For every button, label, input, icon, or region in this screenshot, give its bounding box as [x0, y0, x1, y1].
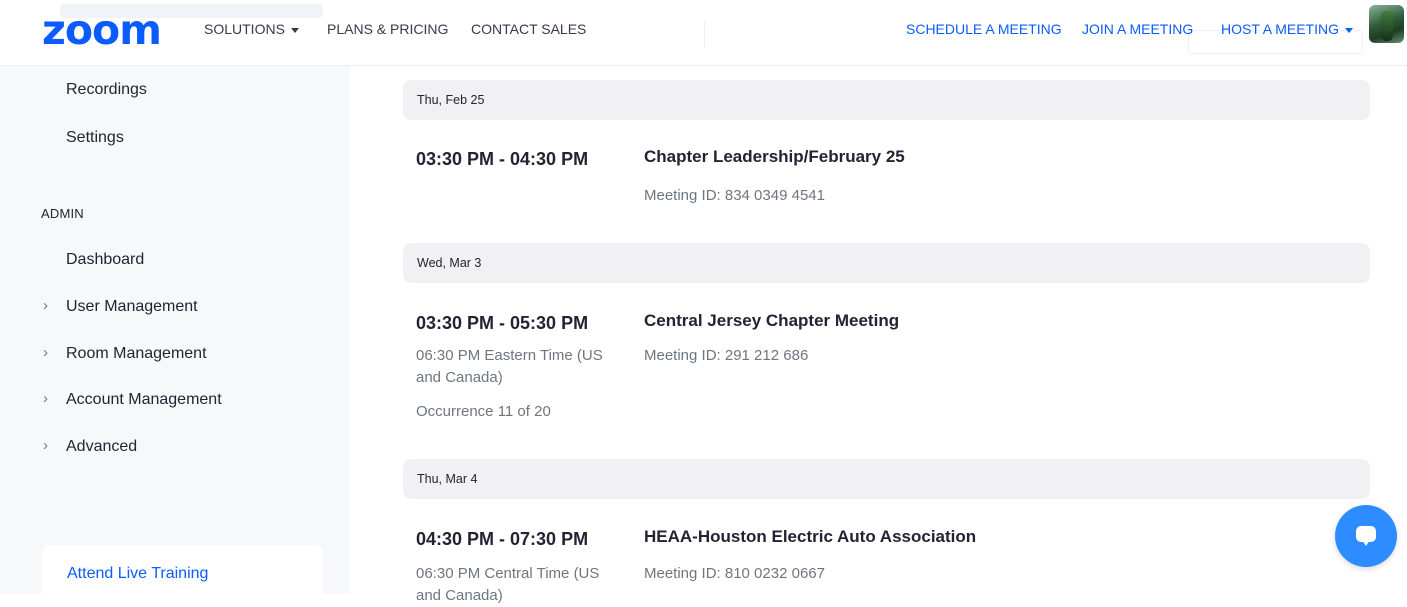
date-header: Wed, Mar 3: [403, 243, 1370, 283]
sidebar-item-room-management[interactable]: Room Management: [66, 344, 207, 364]
sidebar-item-advanced[interactable]: Advanced: [66, 437, 137, 457]
attend-live-training-link[interactable]: Attend Live Training: [67, 565, 208, 583]
nav-plans-pricing-link[interactable]: PLANS & PRICING: [327, 20, 448, 38]
sidebar-item-dashboard[interactable]: Dashboard: [66, 250, 144, 270]
meeting-title[interactable]: HEAA-Houston Electric Auto Association: [644, 527, 976, 547]
meeting-title[interactable]: Chapter Leadership/February 25: [644, 147, 905, 167]
host-meeting-dropdown[interactable]: HOST A MEETING: [1221, 20, 1353, 38]
user-avatar[interactable]: [1369, 5, 1404, 43]
top-navigation: zoom SOLUTIONS PLANS & PRICING CONTACT S…: [0, 0, 1407, 66]
meeting-occurrence: Occurrence 11 of 20: [416, 403, 551, 420]
attend-training-card: Attend Live Training: [42, 545, 323, 605]
nav-solutions-label: SOLUTIONS: [204, 21, 285, 37]
date-label: Thu, Feb 25: [417, 93, 485, 107]
chevron-right-icon: ›: [43, 297, 48, 314]
sidebar: Recordings Settings ADMIN Dashboard › Us…: [0, 66, 350, 594]
host-meeting-label: HOST A MEETING: [1221, 21, 1339, 37]
meeting-title[interactable]: Central Jersey Chapter Meeting: [644, 311, 899, 331]
date-header: Thu, Mar 4: [403, 459, 1370, 499]
nav-ghost-divider: [585, 20, 705, 48]
chat-support-button[interactable]: [1335, 505, 1397, 567]
chevron-right-icon: ›: [43, 390, 48, 407]
nav-solutions-dropdown[interactable]: SOLUTIONS: [204, 20, 299, 38]
date-label: Thu, Mar 4: [417, 472, 478, 486]
meeting-time: 03:30 PM - 05:30 PM: [416, 313, 589, 333]
chevron-right-icon: ›: [43, 344, 48, 361]
schedule-meeting-link[interactable]: SCHEDULE A MEETING: [906, 20, 1062, 38]
nav-contact-sales-link[interactable]: CONTACT SALES: [471, 20, 586, 38]
meeting-local-time: 06:30 PM Eastern Time (US and Canada): [416, 347, 603, 386]
sidebar-item-recordings[interactable]: Recordings: [66, 80, 147, 100]
sidebar-item-settings[interactable]: Settings: [66, 128, 124, 148]
date-label: Wed, Mar 3: [417, 256, 482, 270]
meeting-time: 03:30 PM - 04:30 PM: [416, 149, 589, 169]
chat-bubble-icon: [1356, 526, 1376, 546]
meeting-time: 04:30 PM - 07:30 PM: [416, 529, 589, 549]
chevron-right-icon: ›: [43, 437, 48, 454]
sidebar-item-user-management[interactable]: User Management: [66, 297, 198, 317]
meeting-local-time: 06:30 PM Central Time (US and Canada): [416, 565, 600, 604]
sidebar-item-account-management[interactable]: Account Management: [66, 390, 222, 410]
zoom-logo[interactable]: zoom: [42, 8, 162, 52]
meeting-id: Meeting ID: 810 0232 0667: [644, 565, 825, 582]
date-header: Thu, Feb 25: [403, 80, 1370, 120]
join-meeting-link[interactable]: JOIN A MEETING: [1082, 20, 1193, 38]
meeting-id: Meeting ID: 834 0349 4541: [644, 187, 825, 204]
caret-down-icon: [290, 27, 299, 33]
caret-down-icon: [1345, 27, 1353, 33]
sidebar-section-admin: ADMIN: [41, 206, 84, 221]
meeting-id: Meeting ID: 291 212 686: [644, 347, 809, 364]
